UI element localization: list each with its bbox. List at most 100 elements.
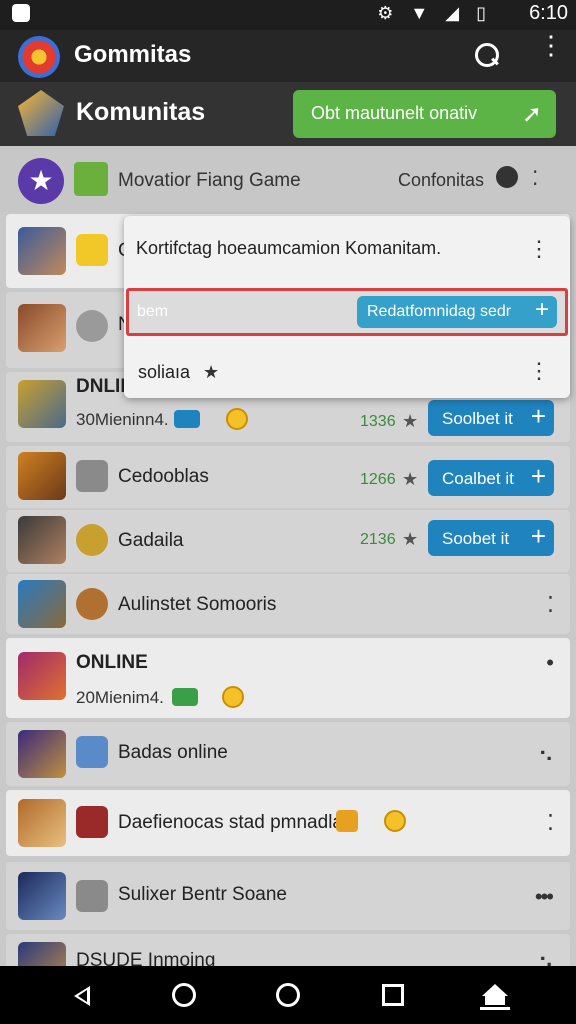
avatar (18, 652, 66, 700)
status-icons: ⚙ ▼ ◢ ▯ (377, 3, 492, 23)
featured-row[interactable]: ★ Movatior Fiang Game Confonitas ⁚ (0, 146, 576, 212)
avatar (18, 580, 66, 628)
subscribe-button[interactable]: Soolbet it + (428, 400, 554, 436)
list-item-title: Cedooblas (118, 466, 209, 487)
game-thumb-icon (76, 806, 108, 838)
list-item-title: ONLINE (76, 652, 148, 673)
list-item[interactable]: Daefienocas stad pmnadla ⁚ (6, 790, 570, 856)
subscribe-label: Coalbet it (442, 469, 514, 488)
system-nav-bar (0, 966, 576, 1024)
star-icon: ★ (203, 362, 220, 382)
gear-icon (76, 310, 108, 342)
assistant-icon[interactable] (276, 983, 300, 1007)
list-item-subtitle: 20Mienim4. (76, 688, 164, 707)
coin-icon (226, 408, 248, 430)
list-item-title: Sulixer Bentr Soane (118, 884, 287, 905)
popup-list-label: soliaıa (138, 362, 191, 382)
popup-input[interactable]: bem (137, 303, 168, 321)
rating-count: 1336 (360, 413, 396, 430)
subscribe-label: Soobet it (442, 529, 510, 548)
rating-star-icon: ★ (402, 469, 419, 489)
list-item-title: Aulinstet Somooris (118, 594, 277, 615)
hero-action-button[interactable]: Obt mautunelt onativ ➚ (293, 90, 556, 138)
rating-count: 1266 (360, 471, 396, 488)
app-title: Gommitas (74, 41, 192, 68)
featured-right-label[interactable]: Confonitas (398, 170, 484, 191)
more-menu-icon[interactable]: ⋮ (538, 32, 564, 70)
popup-more-icon[interactable]: ⋮ (528, 236, 550, 262)
subscribe-button[interactable]: Coalbet it + (428, 460, 554, 496)
more-icon[interactable]: ⠢ (538, 948, 554, 968)
popup-input-row[interactable]: bem Redatfomnidag sedr + (126, 288, 568, 336)
more-icon[interactable]: • (546, 650, 554, 676)
game-thumb-icon (76, 880, 108, 912)
rating-star-icon: ★ (402, 529, 419, 549)
app-bar: Gommitas ⋮ (0, 30, 576, 82)
recents-icon[interactable] (382, 984, 404, 1006)
search-icon[interactable] (470, 38, 504, 72)
featured-title: Movatior Fiang Game (118, 170, 301, 191)
more-icon[interactable]: ⁚ (547, 592, 554, 618)
badge-icon (174, 410, 200, 428)
plus-icon: + (530, 461, 546, 491)
community-logo-icon (18, 90, 64, 136)
avatar (18, 516, 66, 564)
list-item-title: Badas online (118, 742, 228, 763)
popup-submit-label: Redatfomnidag sedr (367, 303, 512, 320)
avatar (18, 452, 66, 500)
avatar (18, 872, 66, 920)
list-item[interactable]: Badas online ⠢ (6, 722, 570, 786)
avatar (18, 227, 66, 275)
hero-bar: Komunitas Obt mautunelt onativ ➚ (0, 82, 576, 146)
list-item[interactable]: Gadaila 2136 ★ Soobet it + (6, 510, 570, 572)
community-popup: Kortifctag hoeaumcamion Komanitam. ⋮ bem… (124, 216, 570, 398)
avatar (18, 380, 66, 428)
star-badge-icon: ★ (18, 158, 64, 204)
list-item[interactable]: Cedooblas 1266 ★ Coalbet it + (6, 446, 570, 508)
status-time: 6:10 (529, 2, 568, 24)
more-icon[interactable]: ⁚ (547, 810, 554, 836)
avatar (18, 799, 66, 847)
featured-more-icon[interactable]: ⁚ (532, 166, 538, 191)
game-thumb-icon (74, 162, 108, 196)
coin-icon (76, 524, 108, 556)
game-thumb-icon (76, 460, 108, 492)
list-item-title: Daefienocas stad pmnadla (118, 812, 343, 833)
back-icon[interactable] (68, 980, 98, 1010)
avatar (18, 730, 66, 778)
list-item[interactable]: Aulinstet Somooris ⁚ (6, 574, 570, 634)
game-thumb-icon (76, 736, 108, 768)
hero-title: Komunitas (76, 98, 206, 126)
popup-list-more-icon[interactable]: ⋮ (528, 358, 550, 384)
subscribe-button[interactable]: Soobet it + (428, 520, 554, 556)
more-icon[interactable]: ••• (535, 884, 554, 910)
more-icon[interactable]: ⠢ (538, 742, 554, 768)
house-icon[interactable] (480, 980, 510, 1010)
chat-icon[interactable] (496, 166, 518, 188)
plus-icon: + (530, 401, 546, 431)
avatar (18, 942, 66, 968)
popup-submit-button[interactable]: Redatfomnidag sedr + (357, 296, 557, 328)
status-bar: ⚙ ▼ ◢ ▯ 6:10 (0, 0, 576, 30)
share-arrow-icon: ➚ (521, 101, 542, 128)
list-item-subtitle: 30Mieninn4. (76, 410, 169, 429)
plus-icon: + (530, 521, 546, 551)
notification-icon (12, 4, 30, 22)
plus-icon: + (534, 296, 549, 323)
coin-icon (222, 686, 244, 708)
list-item-title: Gadaila (118, 530, 184, 551)
popup-header: Kortifctag hoeaumcamion Komanitam. (136, 238, 442, 258)
rating-count: 2136 (360, 531, 396, 548)
popup-list-item[interactable]: soliaıa ★ (138, 362, 219, 383)
rating-star-icon: ★ (402, 411, 419, 431)
coin-icon (384, 810, 406, 832)
home-icon[interactable] (172, 983, 196, 1007)
list-item[interactable]: DSUDE Inmoing ⠢ (6, 934, 570, 968)
subscribe-label: Soolbet it (442, 409, 513, 428)
avatar (18, 304, 66, 352)
badge-icon (172, 688, 198, 706)
badge-icon (336, 810, 358, 832)
list-item[interactable]: ONLINE 20Mienim4. • (6, 638, 570, 718)
list-item[interactable]: Sulixer Bentr Soane ••• (6, 862, 570, 930)
hero-action-label: Obt mautunelt onativ (311, 103, 478, 123)
